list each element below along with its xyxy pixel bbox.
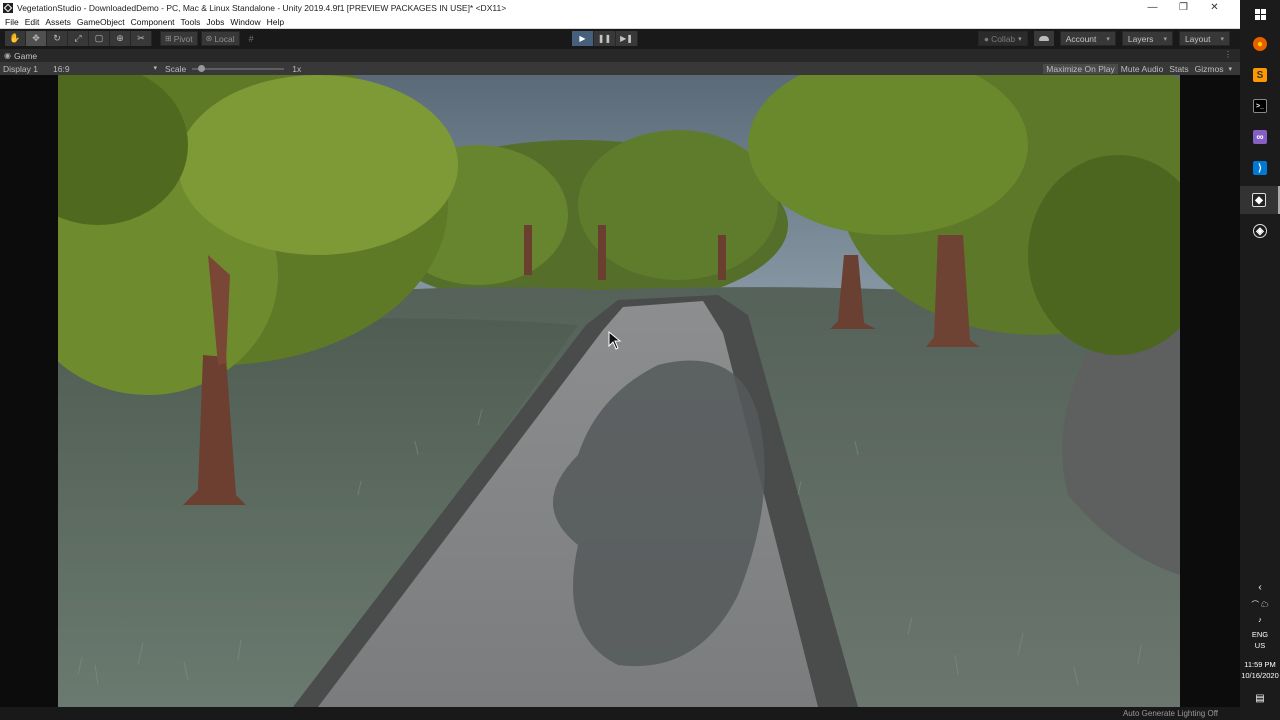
play-button[interactable]: ▶	[572, 31, 594, 46]
chevron-down-icon: ▾	[1106, 35, 1110, 43]
collab-dropdown[interactable]: ● Collab ▾	[977, 31, 1028, 46]
unity-hub-icon: ◈	[1253, 224, 1267, 238]
gizmos-dropdown[interactable]: Gizmos	[1192, 64, 1227, 74]
maximize-on-play-toggle[interactable]: Maximize On Play	[1043, 63, 1118, 74]
transform-tool-button[interactable]: ⊕	[110, 31, 131, 46]
game-view-toolbar: Display 1 16:9 ▾ Scale 1x Maximize On Pl…	[0, 62, 1240, 75]
layout-dropdown[interactable]: Layout ▾	[1178, 31, 1230, 46]
title-bar: VegetationStudio - DownloadedDemo - PC, …	[0, 0, 1240, 15]
hand-tool-button[interactable]: ✋	[5, 31, 26, 46]
windows-logo-icon	[1254, 8, 1266, 20]
playback-controls: ▶ ❚❚ ▶❚	[572, 31, 638, 46]
menu-file[interactable]: File	[3, 17, 23, 27]
scale-value: 1x	[292, 63, 302, 74]
chevron-down-icon: ▾	[153, 64, 157, 72]
cloud-icon[interactable]	[1033, 31, 1054, 46]
clock-date[interactable]: 10/16/2020	[1240, 671, 1280, 681]
local-label: Local	[214, 33, 235, 44]
menu-component[interactable]: Component	[129, 17, 179, 27]
layout-label: Layout	[1184, 33, 1211, 44]
menu-edit[interactable]: Edit	[23, 17, 44, 27]
scale-slider-thumb[interactable]	[198, 64, 206, 72]
scale-tool-button[interactable]: ⤢	[68, 31, 89, 46]
windows-taskbar: ● S >_ ∞ ⟩ ◆ ◈ ‹ ⌒ ☁ ♪ ENG US 11:59 PM 1…	[1240, 0, 1280, 720]
rect-tool-button[interactable]: ▢	[89, 31, 110, 46]
menu-jobs[interactable]: Jobs	[204, 17, 228, 27]
transform-tools: ✋ ✥ ↻ ⤢ ▢ ⊕ ✂	[5, 31, 152, 46]
taskbar-sublime[interactable]: S	[1240, 61, 1280, 89]
close-button[interactable]: ✕	[1199, 0, 1230, 15]
layers-label: Layers	[1127, 33, 1154, 44]
menu-bar: File Edit Assets GameObject Component To…	[0, 15, 1240, 29]
tab-game-label: Game	[13, 50, 38, 61]
account-dropdown[interactable]: Account ▾	[1059, 31, 1116, 46]
show-hidden-icons-chevron-icon[interactable]: ‹	[1240, 583, 1280, 593]
taskbar-terminal[interactable]: >_	[1240, 92, 1280, 120]
mute-audio-toggle[interactable]: Mute Audio	[1118, 64, 1167, 74]
taskbar-unity[interactable]: ◆	[1240, 186, 1280, 214]
status-message: Auto Generate Lighting Off	[1122, 709, 1218, 718]
more-options-icon[interactable]: ⋮	[1224, 50, 1232, 59]
chevron-down-icon[interactable]: ▾	[1228, 65, 1232, 73]
vscode-icon: ⟩	[1253, 161, 1267, 175]
window-title: VegetationStudio - DownloadedDemo - PC, …	[17, 2, 507, 13]
pivot-toggle[interactable]: ⊞ Pivot	[160, 31, 198, 46]
taskbar-unity-hub[interactable]: ◈	[1240, 217, 1280, 245]
menu-assets[interactable]: Assets	[43, 17, 75, 27]
minimize-button[interactable]: —	[1137, 0, 1168, 15]
game-tab-bar: ◉ Game ⋮	[0, 49, 1240, 62]
account-label: Account	[1065, 33, 1097, 44]
local-toggle[interactable]: ⊛ Local	[200, 31, 240, 46]
chevron-down-icon: ▾	[1220, 35, 1224, 43]
status-bar: Auto Generate Lighting Off	[0, 707, 1240, 720]
aspect-label: 16:9	[53, 63, 70, 74]
scale-slider[interactable]	[192, 64, 285, 72]
rotate-tool-button[interactable]: ↻	[47, 31, 68, 46]
taskbar-vscode[interactable]: ⟩	[1240, 154, 1280, 182]
firefox-icon: ●	[1253, 37, 1267, 51]
pause-button[interactable]: ❚❚	[594, 31, 616, 46]
tab-game[interactable]: ◉ Game	[0, 51, 37, 61]
collab-icon: ●	[983, 33, 990, 44]
chevron-down-icon: ▾	[1163, 35, 1167, 43]
main-toolbar: ✋ ✥ ↻ ⤢ ▢ ⊕ ✂ ⊞ Pivot ⊛ Local # ▶ ❚❚ ▶❚ …	[0, 29, 1240, 48]
display-dropdown[interactable]: Display 1	[3, 64, 53, 74]
sublime-text-icon: S	[1253, 68, 1267, 82]
start-button[interactable]	[1240, 0, 1280, 28]
menu-help[interactable]: Help	[265, 17, 288, 27]
step-button[interactable]: ▶❚	[616, 31, 638, 46]
taskbar-firefox[interactable]: ●	[1240, 30, 1280, 58]
forest-road-scene	[58, 75, 1180, 707]
scale-label: Scale	[165, 63, 187, 74]
aspect-dropdown[interactable]: 16:9 ▾	[53, 64, 157, 74]
local-icon: ⊛	[205, 34, 213, 43]
language-lang[interactable]: ENG	[1240, 630, 1280, 640]
unity-logo-icon	[3, 2, 13, 13]
volume-icon[interactable]: ♪	[1240, 615, 1280, 625]
language-region[interactable]: US	[1240, 641, 1280, 651]
unity-icon: ◆	[1252, 193, 1266, 207]
menu-tools[interactable]: Tools	[179, 17, 205, 27]
pivot-icon: ⊞	[165, 34, 172, 43]
pivot-label: Pivot	[173, 33, 193, 44]
layers-dropdown[interactable]: Layers ▾	[1121, 31, 1173, 46]
gamepad-icon: ◉	[4, 51, 11, 60]
custom-tool-button[interactable]: ✂	[131, 31, 152, 46]
menu-window[interactable]: Window	[228, 17, 264, 27]
maximize-button[interactable]: ❐	[1168, 0, 1199, 15]
taskbar-visual-studio[interactable]: ∞	[1240, 123, 1280, 151]
chevron-down-icon: ▾	[1018, 35, 1022, 43]
game-viewport[interactable]	[0, 75, 1240, 707]
stats-toggle[interactable]: Stats	[1166, 64, 1191, 74]
clock-time[interactable]: 11:59 PM	[1240, 660, 1280, 670]
move-tool-button[interactable]: ✥	[26, 31, 47, 46]
grid-snap-icon[interactable]: #	[243, 31, 260, 46]
notifications-icon[interactable]: ▤	[1240, 694, 1280, 704]
terminal-icon: >_	[1253, 99, 1267, 113]
visual-studio-icon: ∞	[1253, 130, 1267, 144]
collab-label: Collab	[991, 33, 1016, 44]
network-icon[interactable]: ⌒ ☁	[1240, 600, 1280, 610]
menu-gameobject[interactable]: GameObject	[75, 17, 129, 27]
